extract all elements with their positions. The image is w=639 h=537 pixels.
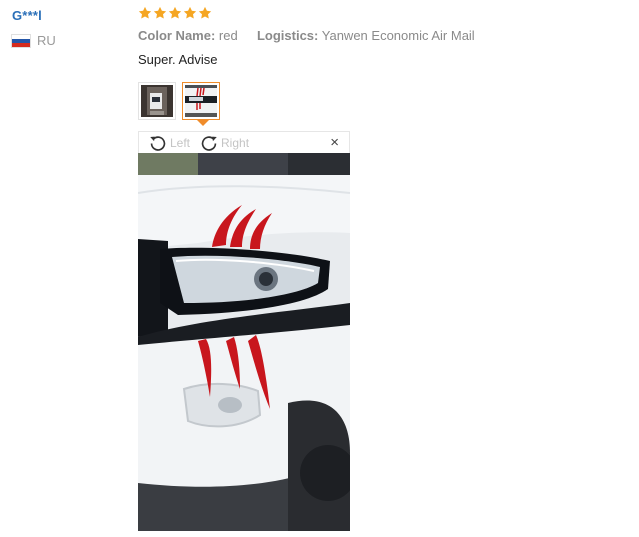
reviewer-country: RU — [12, 33, 122, 48]
rotate-right-button[interactable]: Right — [198, 132, 249, 154]
close-icon[interactable]: × — [330, 135, 339, 151]
color-value: red — [218, 28, 238, 43]
logistics-value: Yanwen Economic Air Mail — [321, 28, 475, 43]
rotate-left-label: Left — [170, 135, 191, 150]
reviewer-name[interactable]: G***l — [12, 8, 122, 23]
reviewer-info: G***l RU — [12, 8, 122, 48]
russia-flag-icon — [12, 34, 30, 47]
star-icon — [168, 6, 182, 19]
photo-thumbnails — [138, 82, 220, 126]
star-rating — [138, 6, 639, 20]
star-icon — [138, 6, 152, 19]
thumbnail-image — [141, 85, 173, 117]
review-card: G***l RU Color Name: red Logistics: Yanw… — [0, 0, 639, 537]
rotate-right-label: Right — [221, 135, 250, 150]
review-content: Color Name: red Logistics: Yanwen Econom… — [138, 6, 639, 67]
thumbnail-image — [185, 85, 217, 117]
rotate-left-icon — [150, 135, 166, 151]
feedback-text: Super. Advise — [138, 52, 218, 67]
review-photo — [138, 153, 350, 531]
photo-viewer: Left Right × — [138, 131, 350, 531]
photo-thumbnail-active[interactable] — [182, 82, 220, 126]
star-icon — [198, 6, 212, 19]
rotate-right-icon — [201, 135, 217, 151]
color-label: Color Name: — [138, 28, 216, 43]
rotate-left-button[interactable]: Left — [147, 132, 190, 154]
star-icon — [153, 6, 167, 19]
order-details: Color Name: red Logistics: Yanwen Econom… — [138, 28, 639, 43]
photo-thumbnail[interactable] — [138, 82, 176, 120]
country-code: RU — [37, 33, 56, 48]
viewer-toolbar: Left Right × — [138, 131, 350, 153]
logistics-label: Logistics: — [256, 28, 319, 43]
star-icon — [183, 6, 197, 19]
